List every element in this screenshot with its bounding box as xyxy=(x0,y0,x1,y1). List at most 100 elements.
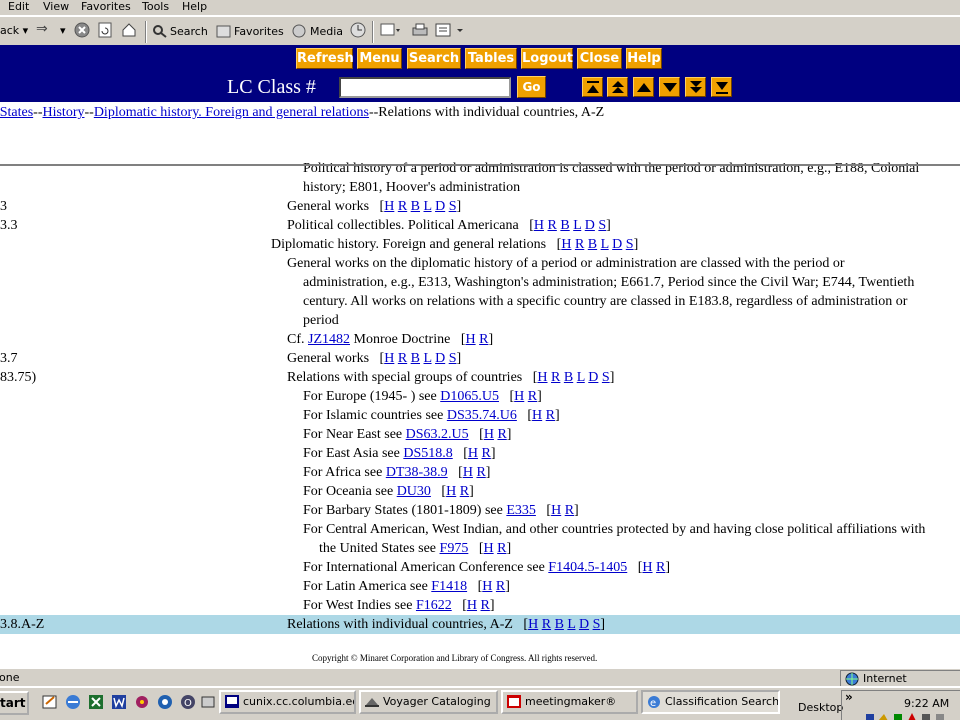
menu-button[interactable]: Menu xyxy=(357,48,402,69)
label-link-d[interactable]: D xyxy=(612,237,622,252)
tray-icons[interactable] xyxy=(866,711,956,720)
label-link-b[interactable]: B xyxy=(411,199,420,214)
label-link-r[interactable]: R xyxy=(479,332,488,347)
label-link-h[interactable]: H xyxy=(465,332,475,347)
menu-edit[interactable]: Edit xyxy=(8,0,29,13)
label-link-d[interactable]: D xyxy=(585,218,595,233)
bottom-button[interactable] xyxy=(711,77,732,97)
class-link[interactable]: F1418 xyxy=(431,579,467,594)
class-link[interactable]: F1404.5-1405 xyxy=(548,560,627,575)
label-link-h[interactable]: H xyxy=(642,560,652,575)
class-link[interactable]: E335 xyxy=(506,503,536,518)
label-link-s[interactable]: S xyxy=(593,617,601,632)
label-link-h[interactable]: H xyxy=(384,199,394,214)
label-link-s[interactable]: S xyxy=(449,351,457,366)
history-icon[interactable] xyxy=(350,22,366,41)
class-link[interactable]: DT38-38.9 xyxy=(386,465,448,480)
menu-view[interactable]: View xyxy=(43,0,69,13)
quicklaunch-desktop-icon[interactable] xyxy=(200,694,216,710)
label-link-d[interactable]: D xyxy=(435,199,445,214)
label-link-h[interactable]: H xyxy=(528,617,538,632)
label-link-r[interactable]: R xyxy=(551,370,560,385)
label-link-h[interactable]: H xyxy=(551,503,561,518)
label-link-r[interactable]: R xyxy=(497,427,506,442)
line-up-button[interactable] xyxy=(633,77,654,97)
home-icon[interactable] xyxy=(121,22,137,41)
close-button[interactable]: Close xyxy=(577,48,622,69)
label-link-h[interactable]: H xyxy=(561,237,571,252)
edit-icon[interactable] xyxy=(435,22,465,41)
breadcrumb-link-diplomatic-history[interactable]: Diplomatic history. Foreign and general … xyxy=(94,105,369,120)
quicklaunch-browser-icon[interactable] xyxy=(65,694,81,710)
label-link-l[interactable]: L xyxy=(567,617,575,632)
class-link[interactable]: DS63.2.U5 xyxy=(406,427,469,442)
refresh-button[interactable]: Refresh xyxy=(296,48,354,69)
label-link-b[interactable]: B xyxy=(555,617,564,632)
label-link-b[interactable]: B xyxy=(564,370,573,385)
label-link-s[interactable]: S xyxy=(449,199,457,214)
back-button[interactable]: ack ▾ xyxy=(0,24,28,37)
stop-icon[interactable] xyxy=(74,22,90,41)
media-button[interactable]: Media xyxy=(292,24,343,38)
label-link-b[interactable]: B xyxy=(588,237,597,252)
quicklaunch-word-icon[interactable] xyxy=(111,694,127,710)
search-button[interactable]: Search xyxy=(152,24,208,38)
page-up-button[interactable] xyxy=(607,77,628,97)
class-link[interactable]: F1622 xyxy=(416,598,452,613)
label-link-l[interactable]: L xyxy=(577,370,585,385)
label-link-r[interactable]: R xyxy=(548,218,557,233)
task-meetingmaker[interactable]: meetingmaker® xyxy=(501,690,638,714)
desktop-toolbar-label[interactable]: Desktop xyxy=(798,701,843,714)
label-link-b[interactable]: B xyxy=(411,351,420,366)
label-link-r[interactable]: R xyxy=(575,237,584,252)
refresh-icon[interactable] xyxy=(97,22,113,41)
label-link-d[interactable]: D xyxy=(588,370,598,385)
label-link-r[interactable]: R xyxy=(476,465,485,480)
label-link-r[interactable]: R xyxy=(496,579,505,594)
lc-class-input[interactable] xyxy=(339,77,511,98)
forward-icon[interactable]: ⇒ xyxy=(36,21,48,37)
class-link[interactable]: F975 xyxy=(440,541,469,556)
breadcrumb-link-united-states[interactable]: ed States xyxy=(0,105,33,120)
task-voyager[interactable]: Voyager Cataloging xyxy=(359,690,498,714)
label-link-l[interactable]: L xyxy=(573,218,581,233)
menu-help[interactable]: Help xyxy=(182,0,207,13)
label-link-r[interactable]: R xyxy=(656,560,665,575)
label-link-l[interactable]: L xyxy=(424,351,432,366)
go-button[interactable]: Go xyxy=(517,76,546,98)
class-link[interactable]: JZ1482 xyxy=(308,332,350,347)
page-down-button[interactable] xyxy=(685,77,706,97)
class-link[interactable]: DU30 xyxy=(397,484,431,499)
task-cunix[interactable]: cunix.cc.columbia.ed... xyxy=(219,690,356,714)
start-button[interactable]: tart xyxy=(0,691,29,715)
label-link-h[interactable]: H xyxy=(537,370,547,385)
tables-button[interactable]: Tables xyxy=(465,48,517,69)
label-link-r[interactable]: R xyxy=(482,446,491,461)
label-link-h[interactable]: H xyxy=(482,579,492,594)
top-button[interactable] xyxy=(582,77,603,97)
quicklaunch-edit-icon[interactable] xyxy=(42,694,58,710)
label-link-r[interactable]: R xyxy=(460,484,469,499)
label-link-h[interactable]: H xyxy=(446,484,456,499)
label-link-r[interactable]: R xyxy=(481,598,490,613)
label-link-r[interactable]: R xyxy=(398,351,407,366)
label-link-l[interactable]: L xyxy=(601,237,609,252)
label-link-r[interactable]: R xyxy=(542,617,551,632)
print-icon[interactable] xyxy=(411,22,429,41)
quicklaunch-app-icon[interactable] xyxy=(157,694,173,710)
label-link-r[interactable]: R xyxy=(398,199,407,214)
label-link-h[interactable]: H xyxy=(468,446,478,461)
label-link-r[interactable]: R xyxy=(497,541,506,556)
class-link[interactable]: DS518.8 xyxy=(403,446,452,461)
label-link-d[interactable]: D xyxy=(579,617,589,632)
label-link-r[interactable]: R xyxy=(528,389,537,404)
task-classification-search[interactable]: e Classification Search ... xyxy=(641,690,780,714)
search-nav-button[interactable]: Search xyxy=(407,48,461,69)
logout-button[interactable]: Logout xyxy=(521,48,573,69)
label-link-s[interactable]: S xyxy=(602,370,610,385)
label-link-h[interactable]: H xyxy=(384,351,394,366)
label-link-h[interactable]: H xyxy=(484,427,494,442)
quicklaunch-flower-icon[interactable] xyxy=(134,694,150,710)
label-link-b[interactable]: B xyxy=(560,218,569,233)
mail-icon[interactable] xyxy=(380,22,402,41)
